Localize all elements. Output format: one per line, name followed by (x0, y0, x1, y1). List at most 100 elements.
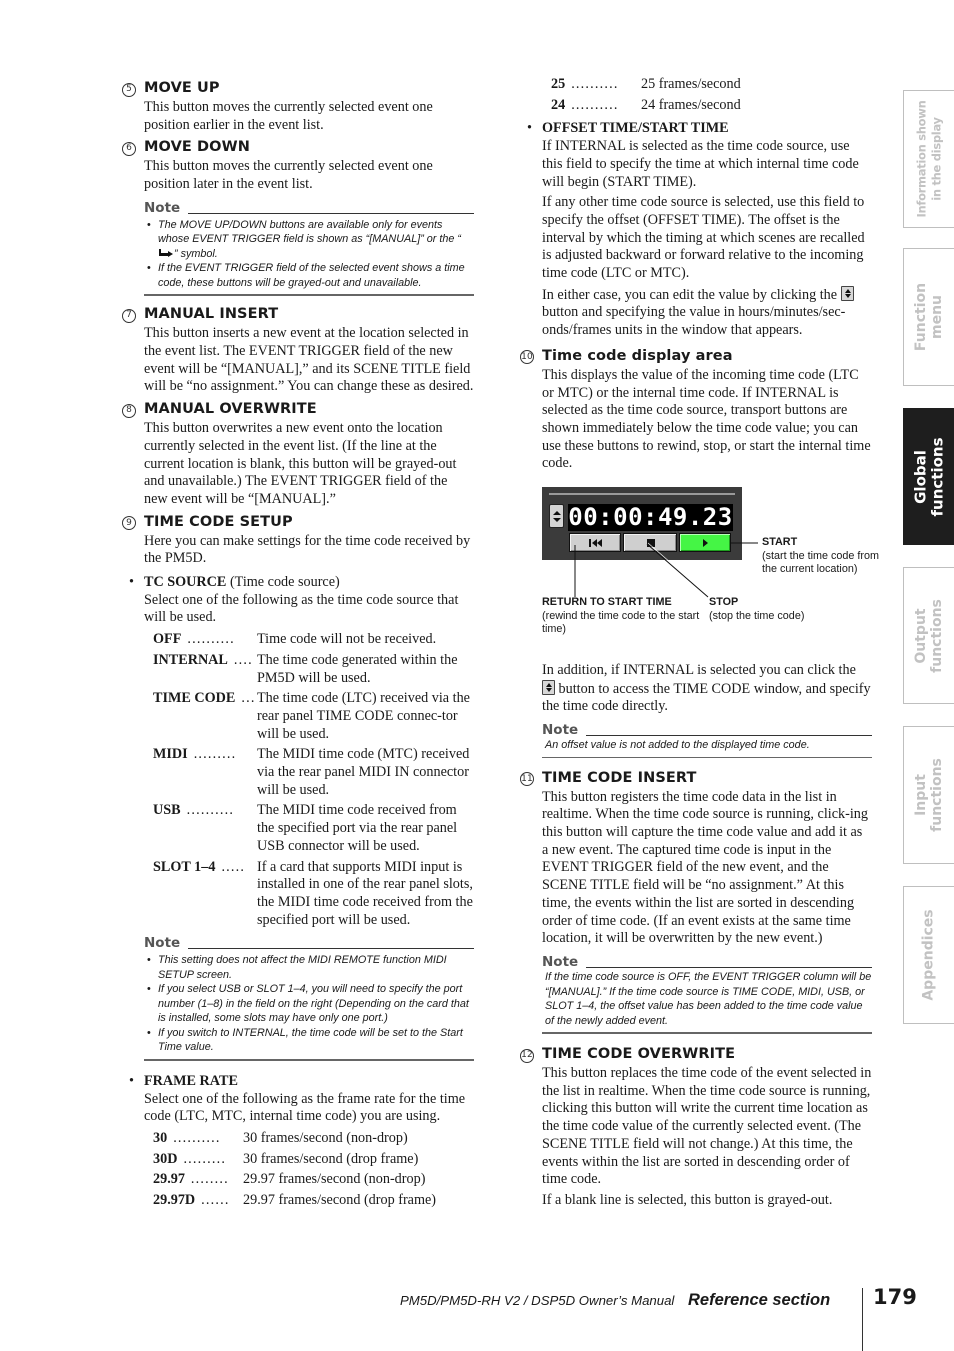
note-text: If the time code source is OFF, the EVEN… (545, 971, 872, 1027)
section-move-down-body: This button moves the currently selected… (144, 158, 433, 193)
note-heading: Note (542, 954, 872, 970)
section-time-code-setup-heading: 9 TIME CODE SETUP (122, 512, 474, 533)
option-row: 30.......... 30 frames/second (non-drop) (153, 1130, 408, 1147)
section-number: 7 (122, 305, 144, 325)
bullet-paragraph: If INTERNAL is selected as the time code… (542, 138, 859, 190)
section-manual-insert-body: This button inserts a new event at the l… (144, 325, 474, 395)
frame-rate-bullet: • FRAME RATE Select one of the following… (122, 1073, 474, 1126)
paragraph: If a blank line is selected, this button… (542, 1191, 833, 1208)
time-code-figure: 00:00:49.23 START (start the time code fr… (522, 487, 879, 662)
up-down-spin-icon (840, 285, 854, 301)
tab-information-shown[interactable]: Information shown in the display (903, 90, 954, 228)
note-rule (188, 948, 474, 950)
note-box: Note An offset value is not added to the… (542, 722, 872, 758)
panel-divider (549, 493, 735, 496)
note-item: This setting does not affect the MIDI RE… (144, 953, 474, 982)
tc-source-bullet: • TC SOURCE (Time code source) Select on… (122, 574, 474, 627)
section-number: 8 (122, 400, 144, 420)
callout-return-to-start: RETURN TO START TIME (rewind the time cod… (542, 596, 700, 636)
paragraph: This button replaces the time code of th… (542, 1065, 872, 1188)
tab-input-functions[interactable]: Input functions (903, 726, 954, 864)
frame-rate-options: 30.......... 30 frames/second (non-drop) … (122, 1130, 474, 1210)
option-row: MIDI......... The MIDI time code (MTC) re… (153, 746, 470, 798)
right-column: 25.......... 25 frames/second 24.........… (520, 76, 879, 1213)
option-row: 29.97D...... 29.97 frames/second (drop fr… (153, 1192, 437, 1209)
option-row: 29.97........ 29.97 frames/second (non-dr… (153, 1171, 426, 1188)
section-time-code-overwrite-heading: 12 TIME CODE OVERWRITE (520, 1044, 872, 1065)
rewind-to-start-icon (589, 539, 602, 548)
time-code-edit-button[interactable] (549, 504, 564, 529)
stop-icon (647, 539, 655, 548)
footer-divider (862, 1288, 863, 1351)
section-number: 9 (122, 513, 144, 533)
note-item: The MOVE UP/DOWN buttons are available o… (144, 218, 474, 262)
bullet-title: TC SOURCE (Time code source) (144, 574, 340, 591)
tab-global-functions[interactable]: Global functions (903, 408, 954, 545)
option-row: 30D......... 30 frames/second (drop frame… (153, 1150, 419, 1167)
bullet-body: Select one of the following as the frame… (144, 1090, 466, 1125)
note-heading: Note (542, 722, 872, 738)
note-rule (586, 735, 872, 737)
option-row: SLOT 1–4..... If a card that supports MID… (153, 858, 473, 928)
stop-button[interactable] (623, 533, 677, 553)
left-column: 5 MOVE UP This button moves the currentl… (122, 76, 474, 1213)
bullet-dot: • (129, 1072, 134, 1089)
time-code-readout: 00:00:49.23 (568, 503, 733, 532)
section-title: MOVE DOWN (144, 139, 250, 156)
section-number: 12 (520, 1045, 542, 1065)
manual-arrow-symbol-icon (158, 248, 174, 258)
bullet-dot: • (527, 120, 532, 137)
tc-source-options: OFF.......... Time code will not be recei… (122, 631, 474, 929)
section-manual-overwrite-body: This button overwrites a new event onto … (144, 420, 457, 507)
note-item: If you select USB or SLOT 1–4, you will … (144, 982, 474, 1026)
play-icon (703, 539, 708, 548)
note-list: The MOVE UP/DOWN buttons are available o… (144, 218, 474, 291)
start-button[interactable] (679, 533, 731, 553)
tab-output-functions[interactable]: Output functions (903, 567, 954, 704)
note-box: Note This setting does not affect the MI… (144, 935, 474, 1061)
section-number: 6 (122, 138, 144, 158)
note-heading: Note (144, 935, 474, 951)
tab-appendices[interactable]: Appendices (903, 886, 954, 1024)
note-box: Note The MOVE UP/DOWN buttons are availa… (144, 200, 474, 297)
note-item: If you switch to INTERNAL, the time code… (144, 1026, 474, 1055)
section-title: Time code display area (542, 347, 733, 364)
section-time-code-insert-heading: 11 TIME CODE INSERT (520, 768, 872, 789)
section-move-up-heading: 5 MOVE UP (122, 78, 474, 99)
note-list: This setting does not affect the MIDI RE… (144, 953, 474, 1055)
offset-time-bullet: • OFFSET TIME/START TIME If INTERNAL is … (520, 120, 872, 339)
section-number: 10 (520, 347, 542, 367)
note-text: An offset value is not added to the disp… (545, 739, 810, 752)
section-time-code-overwrite-body: This button replaces the time code of th… (520, 1065, 872, 1210)
section-time-code-setup-body: Here you can make settings for the time … (144, 532, 471, 567)
callout-stop: STOP (stop the time code) (709, 596, 805, 622)
callout-start: START (start the time code from the curre… (762, 536, 880, 576)
section-title: MOVE UP (144, 80, 220, 96)
option-row: 24.......... 24 frames/second (551, 96, 741, 113)
note-item: If the EVENT TRIGGER field of the select… (144, 261, 474, 290)
note-heading: Note (144, 200, 474, 216)
bullet-body: Select one of the following as the time … (144, 591, 459, 626)
bullet-paragraph: In either case, you can edit the value b… (542, 285, 872, 340)
section-time-code-insert-body: This button registers the time code data… (542, 788, 868, 947)
bullet-title: OFFSET TIME/START TIME (542, 120, 729, 137)
section-number: 11 (520, 769, 542, 789)
note-rule (188, 212, 474, 214)
tab-function-menu[interactable]: Function menu (903, 248, 954, 386)
section-time-code-display-body: This displays the value of the incoming … (542, 366, 871, 472)
up-down-spin-icon (542, 679, 555, 695)
option-row: USB.......... The MIDI time code received… (153, 802, 458, 854)
bullet-title: FRAME RATE (144, 1072, 238, 1089)
section-move-down-heading: 6 MOVE DOWN (122, 137, 474, 158)
bullet-dot: • (129, 574, 134, 591)
section-move-up-body: This button moves the currently selected… (144, 99, 433, 133)
section-title: TIME CODE SETUP (144, 513, 293, 530)
option-row: 25.......... 25 frames/second (551, 76, 741, 92)
section-title: TIME CODE INSERT (542, 769, 697, 786)
return-to-start-button[interactable] (569, 533, 621, 553)
section-manual-insert-heading: 7 MANUAL INSERT (122, 304, 474, 325)
footer-section-name: Reference section (688, 1291, 831, 1309)
time-code-panel: 00:00:49.23 (542, 487, 742, 561)
frame-rate-options-continued: 25.......... 25 frames/second 24.........… (520, 76, 872, 114)
page-number: 179 (873, 1285, 917, 1309)
